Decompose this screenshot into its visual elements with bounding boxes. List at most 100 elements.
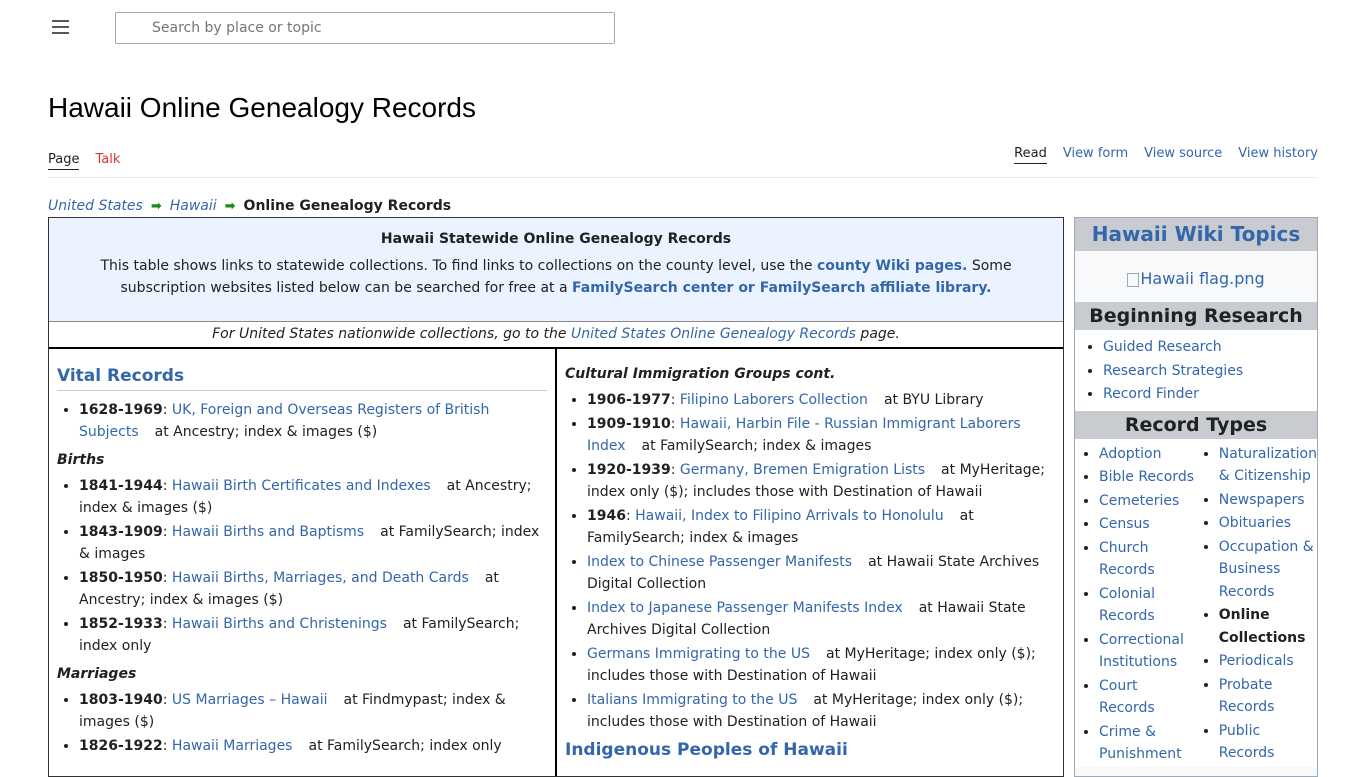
sidebar-link-naturalization-citizenship[interactable]: Naturalization & Citizenship: [1219, 446, 1317, 485]
record-link[interactable]: Index to Chinese Passenger Manifests: [587, 554, 852, 570]
record-item: 1843-1909: Hawaii Births and Baptismsat …: [79, 521, 547, 565]
beginning-research-heading: Beginning Research: [1075, 302, 1317, 330]
view-tabs: Read View form View source View history: [1014, 146, 1318, 164]
record-link[interactable]: Hawaii Birth Certificates and Indexes: [172, 478, 431, 494]
record-link[interactable]: Hawaii Births and Baptisms: [172, 524, 364, 540]
sidebar-item: Cemeteries: [1099, 490, 1195, 513]
record-years: 1920-1939: [587, 462, 671, 478]
nationwide-suffix: page.: [855, 326, 900, 342]
sidebar-item: Church Records: [1099, 537, 1195, 582]
sidebar-link-bible-records[interactable]: Bible Records: [1099, 469, 1194, 485]
record-years: 1843-1909: [79, 524, 163, 540]
sidebar-item: Correctional Institutions: [1099, 629, 1195, 674]
sidebar-link-newspapers[interactable]: Newspapers: [1219, 492, 1305, 508]
sidebar-link-cemeteries[interactable]: Cemeteries: [1099, 493, 1179, 509]
record-years: 1628-1969: [79, 402, 163, 418]
flag-alt-text: Hawaii flag.png: [1140, 269, 1265, 288]
sidebar-link-adoption[interactable]: Adoption: [1099, 446, 1162, 462]
nationwide-link[interactable]: United States Online Genealogy Records: [571, 326, 856, 342]
sidebar-link-occupation-business-records[interactable]: Occupation & Business Records: [1219, 539, 1314, 600]
page-tabs: Page Talk: [48, 152, 120, 170]
tab-talk[interactable]: Talk: [95, 152, 120, 170]
sidebar-link-colonial-records[interactable]: Colonial Records: [1099, 586, 1155, 625]
record-link[interactable]: Index to Japanese Passenger Manifests In…: [587, 600, 903, 616]
record-item: 1850-1950: Hawaii Births, Marriages, and…: [79, 567, 547, 611]
page-title: Hawaii Online Genealogy Records: [48, 92, 476, 123]
record-item: 1906-1977: Filipino Laborers Collectiona…: [587, 389, 1055, 411]
search-input[interactable]: [116, 13, 614, 43]
record-link[interactable]: Hawaii Births, Marriages, and Death Card…: [172, 570, 469, 586]
record-item: 1628-1969: UK, Foreign and Overseas Regi…: [79, 399, 547, 443]
births-list: 1841-1944: Hawaii Birth Certificates and…: [57, 475, 547, 657]
record-link[interactable]: Hawaii Marriages: [172, 738, 293, 754]
record-link[interactable]: Italians Immigrating to the US: [587, 692, 797, 708]
beginning-research-box: Guided Research Research Strategies Record…: [1075, 330, 1317, 411]
sidebar-item: Occupation & Business Records: [1219, 536, 1317, 604]
record-types-col2: Naturalization & Citizenship Newspapers Ob…: [1195, 443, 1317, 765]
sidebar-link-crime-punishment[interactable]: Crime & Punishment: [1099, 724, 1182, 763]
sidebar-item: Online Collections: [1219, 604, 1317, 649]
record-years: 1906-1977: [587, 392, 671, 408]
sidebar-link-correctional-institutions[interactable]: Correctional Institutions: [1099, 632, 1184, 671]
sidebar-item: Bible Records: [1099, 466, 1195, 489]
record-item: 1946: Hawaii, Index to Filipino Arrivals…: [587, 505, 1055, 549]
subheading-births: Births: [57, 452, 105, 468]
sidebar-item: Adoption: [1099, 443, 1195, 466]
record-item: 1826-1922: Hawaii Marriagesat FamilySear…: [79, 735, 547, 757]
sidebar-link-census[interactable]: Census: [1099, 516, 1150, 532]
tab-read[interactable]: Read: [1014, 146, 1047, 164]
records-columns: Vital Records 1628-1969: UK, Foreign and…: [49, 349, 1063, 776]
record-link[interactable]: US Marriages – Hawaii: [172, 692, 328, 708]
breadcrumb-link-united-states[interactable]: United States: [48, 198, 143, 214]
record-link[interactable]: Germans Immigrating to the US: [587, 646, 810, 662]
tab-view-source[interactable]: View source: [1144, 146, 1222, 164]
sidebar-link-research-strategies[interactable]: Research Strategies: [1103, 363, 1243, 379]
menu-icon[interactable]: [52, 20, 69, 36]
record-link[interactable]: Hawaii Births and Christenings: [172, 616, 387, 632]
sidebar-link-record-finder[interactable]: Record Finder: [1103, 386, 1199, 402]
sidebar-item: Newspapers: [1219, 489, 1317, 512]
nationwide-prefix: For United States nationwide collections…: [212, 326, 571, 342]
sidebar-link-public-records[interactable]: Public Records: [1219, 723, 1275, 762]
tab-page[interactable]: Page: [48, 152, 80, 170]
county-wiki-link[interactable]: county Wiki pages.: [817, 258, 967, 274]
sidebar-link-periodicals[interactable]: Periodicals: [1219, 653, 1294, 669]
beginning-research-list: Guided Research Research Strategies Record…: [1079, 336, 1313, 407]
record-link[interactable]: Hawaii, Index to Filipino Arrivals to Ho…: [635, 508, 943, 524]
intro-box: Hawaii Statewide Online Genealogy Record…: [49, 218, 1063, 322]
sidebar-item: Court Records: [1099, 675, 1195, 720]
record-link[interactable]: Germany, Bremen Emigration Lists: [680, 462, 925, 478]
intro-text: This table shows links to statewide coll…: [69, 255, 1043, 299]
record-item: 1909-1910: Hawaii, Harbin File - Russian…: [587, 413, 1055, 457]
breadcrumb-link-hawaii[interactable]: Hawaii: [170, 198, 217, 214]
record-link[interactable]: Filipino Laborers Collection: [680, 392, 868, 408]
sidebar-link-church-records[interactable]: Church Records: [1099, 540, 1155, 579]
record-site: at Ancestry; index & images ($): [154, 424, 378, 440]
left-column: Vital Records 1628-1969: UK, Foreign and…: [49, 349, 557, 776]
record-item: 1841-1944: Hawaii Birth Certificates and…: [79, 475, 547, 519]
sidebar-link-probate-records[interactable]: Probate Records: [1219, 677, 1275, 716]
record-years: 1850-1950: [79, 570, 163, 586]
familysearch-center-link[interactable]: FamilySearch center or FamilySearch affi…: [572, 280, 991, 296]
sidebar-item: Naturalization & Citizenship: [1219, 443, 1317, 488]
subheading-marriages: Marriages: [57, 666, 137, 682]
immigration-list: 1906-1977: Filipino Laborers Collectiona…: [565, 389, 1055, 733]
tab-view-form[interactable]: View form: [1063, 146, 1128, 164]
record-site: at BYU Library: [883, 392, 984, 408]
sidebar-item: Guided Research: [1103, 336, 1313, 360]
search-box[interactable]: [115, 12, 615, 44]
sidebar-item: Public Records: [1219, 720, 1317, 765]
tabs-divider: [48, 177, 1318, 178]
sidebar-link-obituaries[interactable]: Obituaries: [1219, 515, 1291, 531]
sidebar-link-guided-research[interactable]: Guided Research: [1103, 339, 1222, 355]
sidebar-title[interactable]: Hawaii Wiki Topics: [1075, 218, 1317, 251]
flag-image: Hawaii flag.png: [1075, 251, 1317, 302]
record-item: Italians Immigrating to the USat MyHerit…: [587, 689, 1055, 733]
sidebar-link-online-collections[interactable]: Online Collections: [1219, 607, 1306, 646]
record-site: at FamilySearch; index only: [308, 738, 502, 754]
tab-view-history[interactable]: View history: [1238, 146, 1318, 164]
sidebar-link-court-records[interactable]: Court Records: [1099, 678, 1155, 717]
subheading-cultural: Cultural Immigration Groups cont.: [565, 366, 836, 382]
record-item: Index to Chinese Passenger Manifestsat H…: [587, 551, 1055, 595]
records-table: Hawaii Statewide Online Genealogy Record…: [48, 217, 1064, 777]
